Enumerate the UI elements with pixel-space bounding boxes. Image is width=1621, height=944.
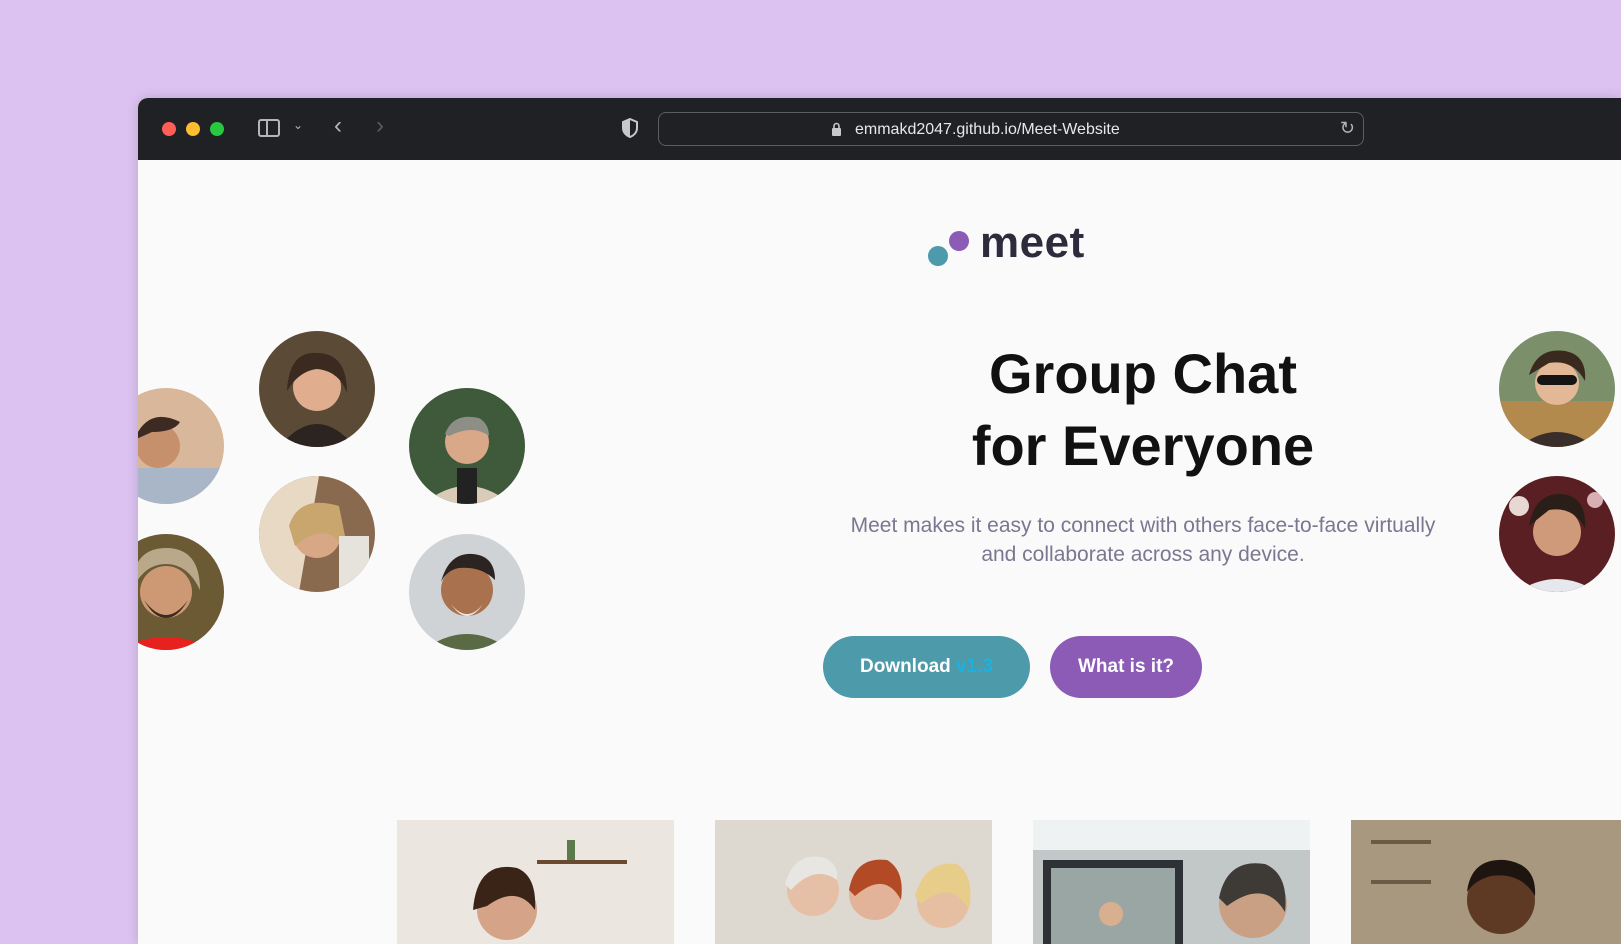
avatar-person-6 (409, 534, 525, 650)
hero-subtitle-line-1: Meet makes it easy to connect with other… (850, 514, 1436, 537)
download-label: Download (859, 656, 951, 677)
avatar-person-2 (259, 331, 375, 447)
photo-video-call-laptop (1033, 820, 1310, 944)
lock-icon (831, 122, 842, 136)
photo-woman-with-headphones (397, 820, 674, 944)
download-button[interactable]: Download v1.3 (823, 636, 1030, 698)
avatar-person-1 (138, 388, 224, 504)
hero-title-line-1: Group Chat (989, 342, 1297, 405)
logo-dot-purple (949, 231, 969, 251)
forward-arrow-icon[interactable]: › (376, 112, 384, 140)
sidebar-toggle-icon[interactable] (258, 119, 280, 137)
hero-title: Group Chat for Everyone (703, 338, 1583, 482)
avatar-person-4 (259, 476, 375, 592)
photo-man-smiling (1351, 820, 1621, 944)
close-window-button[interactable] (162, 122, 176, 136)
logo-text: meet (980, 218, 1085, 267)
avatar-person-8 (1499, 476, 1615, 592)
minimize-window-button[interactable] (186, 122, 200, 136)
avatar-person-7 (1499, 331, 1615, 447)
browser-toolbar: ⌄ ‹ › emmakd2047.github.io/Meet-Website … (138, 98, 1621, 160)
what-is-it-label: What is it? (1077, 656, 1175, 677)
url-text: emmakd2047.github.io/Meet-Website (855, 121, 1120, 138)
privacy-shield-icon[interactable] (622, 117, 638, 139)
hero-subtitle: Meet makes it easy to connect with other… (703, 511, 1583, 569)
avatar-person-5 (138, 534, 224, 650)
hero-subtitle-line-2: and collaborate across any device. (981, 543, 1305, 566)
address-bar[interactable]: emmakd2047.github.io/Meet-Website ↻ (658, 112, 1364, 146)
download-version: v1.3 (956, 656, 994, 677)
logo-dot-teal (928, 246, 948, 266)
hero-title-line-2: for Everyone (971, 414, 1315, 477)
photo-three-women (715, 820, 992, 944)
reload-icon[interactable]: ↻ (1340, 118, 1355, 139)
what-is-it-button[interactable]: What is it? (1050, 636, 1202, 698)
maximize-window-button[interactable] (210, 122, 224, 136)
back-arrow-icon[interactable]: ‹ (334, 112, 342, 140)
avatar-person-3 (409, 388, 525, 504)
meet-logo[interactable]: meet (928, 218, 1108, 276)
browser-window: ⌄ ‹ › emmakd2047.github.io/Meet-Website … (138, 98, 1621, 944)
chevron-down-icon[interactable]: ⌄ (293, 118, 303, 132)
